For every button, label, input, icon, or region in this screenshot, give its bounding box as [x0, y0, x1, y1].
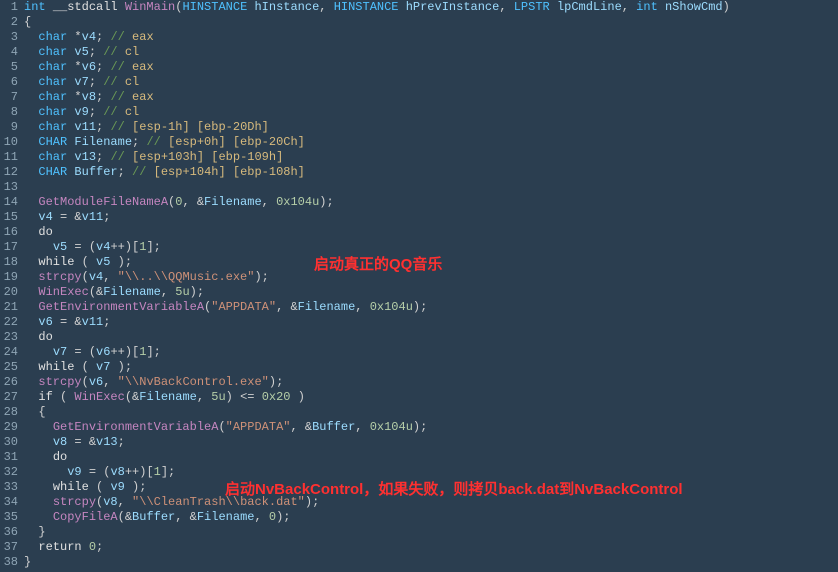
line-number: 31	[0, 450, 18, 465]
code-line[interactable]	[24, 180, 838, 195]
line-number: 34	[0, 495, 18, 510]
line-number: 2	[0, 15, 18, 30]
code-line[interactable]: while ( v7 );	[24, 360, 838, 375]
code-line[interactable]: if ( WinExec(&Filename, 5u) <= 0x20 )	[24, 390, 838, 405]
line-number: 24	[0, 345, 18, 360]
code-line[interactable]: char *v8; // eax	[24, 90, 838, 105]
code-line[interactable]: v5 = (v4++)[1];	[24, 240, 838, 255]
code-line[interactable]: GetModuleFileNameA(0, &Filename, 0x104u)…	[24, 195, 838, 210]
code-line[interactable]: v7 = (v6++)[1];	[24, 345, 838, 360]
line-number: 19	[0, 270, 18, 285]
line-number: 33	[0, 480, 18, 495]
code-line[interactable]: char v13; // [esp+103h] [ebp-109h]	[24, 150, 838, 165]
line-number: 14	[0, 195, 18, 210]
line-number: 8	[0, 105, 18, 120]
line-number-gutter: 1234567891011121314151617181920212223242…	[0, 0, 22, 570]
annotation-2: 启动NvBackControl，如果失败，则拷贝back.dat到NvBackC…	[225, 482, 683, 497]
code-line[interactable]: CHAR Buffer; // [esp+104h] [ebp-108h]	[24, 165, 838, 180]
code-line[interactable]: WinExec(&Filename, 5u);	[24, 285, 838, 300]
code-line[interactable]: {	[24, 405, 838, 420]
line-number: 26	[0, 375, 18, 390]
code-line[interactable]: char *v4; // eax	[24, 30, 838, 45]
line-number: 22	[0, 315, 18, 330]
line-number: 6	[0, 75, 18, 90]
code-line[interactable]: }	[24, 555, 838, 570]
code-line[interactable]: do	[24, 225, 838, 240]
line-number: 12	[0, 165, 18, 180]
line-number: 23	[0, 330, 18, 345]
line-number: 32	[0, 465, 18, 480]
line-number: 16	[0, 225, 18, 240]
code-line[interactable]: do	[24, 330, 838, 345]
line-number: 28	[0, 405, 18, 420]
line-number: 17	[0, 240, 18, 255]
line-number: 1	[0, 0, 18, 15]
code-line[interactable]: char v5; // cl	[24, 45, 838, 60]
line-number: 10	[0, 135, 18, 150]
line-number: 3	[0, 30, 18, 45]
line-number: 7	[0, 90, 18, 105]
line-number: 37	[0, 540, 18, 555]
line-number: 21	[0, 300, 18, 315]
code-line[interactable]: char v7; // cl	[24, 75, 838, 90]
line-number: 18	[0, 255, 18, 270]
code-line[interactable]: CopyFileA(&Buffer, &Filename, 0);	[24, 510, 838, 525]
code-line[interactable]: GetEnvironmentVariableA("APPDATA", &File…	[24, 300, 838, 315]
code-line[interactable]: GetEnvironmentVariableA("APPDATA", &Buff…	[24, 420, 838, 435]
code-line[interactable]: strcpy(v6, "\\NvBackControl.exe");	[24, 375, 838, 390]
code-line[interactable]: char v9; // cl	[24, 105, 838, 120]
line-number: 15	[0, 210, 18, 225]
line-number: 11	[0, 150, 18, 165]
line-number: 20	[0, 285, 18, 300]
code-line[interactable]: v8 = &v13;	[24, 435, 838, 450]
code-line[interactable]: do	[24, 450, 838, 465]
line-number: 13	[0, 180, 18, 195]
code-line[interactable]: }	[24, 525, 838, 540]
code-line[interactable]: v9 = (v8++)[1];	[24, 465, 838, 480]
line-number: 27	[0, 390, 18, 405]
line-number: 36	[0, 525, 18, 540]
line-number: 35	[0, 510, 18, 525]
code-line[interactable]: char v11; // [esp-1h] [ebp-20Dh]	[24, 120, 838, 135]
line-number: 38	[0, 555, 18, 570]
line-number: 29	[0, 420, 18, 435]
code-line[interactable]: {	[24, 15, 838, 30]
code-line[interactable]: int __stdcall WinMain(HINSTANCE hInstanc…	[24, 0, 838, 15]
line-number: 5	[0, 60, 18, 75]
code-line[interactable]: v4 = &v11;	[24, 210, 838, 225]
annotation-1: 启动真正的QQ音乐	[314, 257, 442, 272]
line-number: 4	[0, 45, 18, 60]
code-line[interactable]: char *v6; // eax	[24, 60, 838, 75]
code-line[interactable]: CHAR Filename; // [esp+0h] [ebp-20Ch]	[24, 135, 838, 150]
line-number: 25	[0, 360, 18, 375]
code-line[interactable]: v6 = &v11;	[24, 315, 838, 330]
code-line[interactable]: return 0;	[24, 540, 838, 555]
line-number: 30	[0, 435, 18, 450]
line-number: 9	[0, 120, 18, 135]
